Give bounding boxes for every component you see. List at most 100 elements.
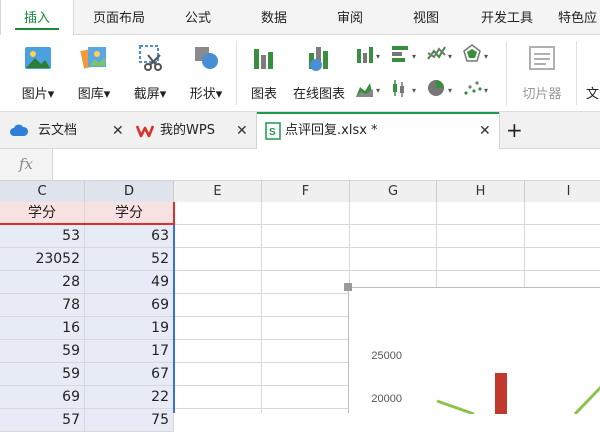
stock-chart-icon[interactable]: ▾ <box>390 77 420 99</box>
tab-special[interactable]: 特色应 <box>558 0 600 34</box>
screenshot-label: 截屏▾ <box>133 87 167 102</box>
cell-d[interactable]: 52 <box>85 248 174 271</box>
column-chart-icon[interactable]: ▾ <box>354 43 384 65</box>
online-chart-button[interactable]: 在线图表 <box>288 41 350 103</box>
cloud-icon <box>10 124 28 136</box>
column-header-c[interactable]: C <box>0 181 85 202</box>
cell-c[interactable]: 59 <box>0 340 85 363</box>
cell-d[interactable]: 69 <box>85 294 174 317</box>
document-tab-bar: 云文档 ✕ 我的WPS ✕ S 点评回复.xlsx * ✕ + <box>0 112 600 149</box>
svg-text:▾: ▾ <box>448 52 452 61</box>
selection-top-border <box>0 223 174 225</box>
formula-bar: fx <box>0 149 600 181</box>
doc-tab-file-label: 点评回复.xlsx * <box>285 123 378 138</box>
cell-c[interactable]: 23052 <box>0 248 85 271</box>
function-icon[interactable]: fx <box>0 149 53 180</box>
close-icon[interactable]: ✕ <box>479 112 491 150</box>
chart-plot: 25000 20000 <box>371 350 600 414</box>
cell-c[interactable]: 57 <box>0 409 85 432</box>
cell-c-header[interactable]: 学分 <box>0 202 85 225</box>
bar-chart-icon <box>254 49 273 69</box>
cell-d[interactable]: 17 <box>85 340 174 363</box>
shapes-label: 形状▾ <box>189 87 223 102</box>
cell-d[interactable]: 75 <box>85 409 174 432</box>
tab-data[interactable]: 数据 <box>244 0 304 34</box>
svg-text:▾: ▾ <box>412 52 416 61</box>
tab-formulas[interactable]: 公式 <box>168 0 228 34</box>
gallery-button[interactable]: 图库▾ <box>66 41 122 103</box>
wps-logo-icon <box>136 125 154 138</box>
tab-developer[interactable]: 开发工具 <box>470 0 544 34</box>
slicer-label: 切片器 <box>522 87 562 102</box>
selection-right-border <box>173 225 175 413</box>
formula-input[interactable] <box>53 149 600 180</box>
gallery-label: 图库▾ <box>77 87 111 102</box>
new-tab-plus-icon[interactable]: + <box>506 112 526 148</box>
cell-d[interactable]: 19 <box>85 317 174 340</box>
y-tick-label: 25000 <box>371 350 402 362</box>
column-header-g[interactable]: G <box>350 181 437 202</box>
doc-tab-file[interactable]: S 点评回复.xlsx * ✕ <box>256 112 500 149</box>
chart-bar <box>495 373 507 414</box>
tab-page-layout[interactable]: 页面布局 <box>76 0 162 34</box>
cell-d-header[interactable]: 学分 <box>85 202 174 225</box>
svg-text:▾: ▾ <box>376 86 380 95</box>
slicer-button[interactable]: 切片器 <box>512 41 572 103</box>
cell-d[interactable]: 22 <box>85 386 174 409</box>
column-header-h[interactable]: H <box>437 181 525 202</box>
close-icon[interactable]: ✕ <box>236 112 248 150</box>
close-icon[interactable]: ✕ <box>112 112 124 150</box>
area-chart-icon[interactable]: ▾ <box>354 77 384 99</box>
svg-text:S: S <box>269 127 276 138</box>
tab-view[interactable]: 视图 <box>396 0 456 34</box>
text-label: 文 <box>586 87 600 102</box>
line-chart-icon[interactable]: ▾ <box>426 43 456 65</box>
doc-tab-wps-label: 我的WPS <box>160 123 215 138</box>
svg-text:▾: ▾ <box>448 86 452 95</box>
chart-label: 图表 <box>250 87 277 102</box>
svg-text:▾: ▾ <box>376 52 380 61</box>
cell-c[interactable]: 28 <box>0 271 85 294</box>
column-header-i[interactable]: I <box>525 181 600 202</box>
tab-review[interactable]: 审阅 <box>320 0 380 34</box>
column-header-f[interactable]: F <box>262 181 350 202</box>
cell-c[interactable]: 78 <box>0 294 85 317</box>
shapes-button[interactable]: 形状▾ <box>178 41 234 103</box>
radar-chart-icon[interactable]: ▾ <box>462 43 492 65</box>
chart-series-line <box>573 385 600 414</box>
column-header-d[interactable]: D <box>85 181 174 202</box>
online-chart-icon <box>309 47 328 71</box>
y-tick-label: 20000 <box>371 393 402 405</box>
cell-c[interactable]: 16 <box>0 317 85 340</box>
selection-right-border-header <box>173 202 175 225</box>
column-header-e[interactable]: E <box>174 181 262 202</box>
spreadsheet-file-icon: S <box>265 122 281 140</box>
pie-chart-icon[interactable]: ▾ <box>426 77 456 99</box>
chart-object[interactable]: 25000 20000 <box>344 283 600 414</box>
column-header-row: C D E F G H I <box>0 181 600 203</box>
chart-button[interactable]: 图表 <box>236 41 292 103</box>
ribbon-separator <box>506 41 507 105</box>
doc-tab-cloud[interactable]: 云文档 ✕ <box>10 112 128 148</box>
cell-d[interactable]: 49 <box>85 271 174 294</box>
slicer-icon <box>529 46 555 70</box>
gallery-icon <box>80 47 106 69</box>
doc-tab-cloud-label: 云文档 <box>38 123 78 138</box>
cell-d[interactable]: 67 <box>85 363 174 386</box>
ribbon-panel: 图片▾ 图库▾ 截屏▾ 形状▾ 图表 在线图表 ▾ ▾ ▾ ▾ ▾ ▾ ▾ ▾ … <box>0 35 600 112</box>
text-button[interactable]: 文 <box>580 41 600 103</box>
online-chart-label: 在线图表 <box>292 87 345 102</box>
cell-c[interactable]: 69 <box>0 386 85 409</box>
ribbon-separator <box>576 41 577 105</box>
screenshot-button[interactable]: 截屏▾ <box>122 41 178 103</box>
cell-d[interactable]: 63 <box>85 225 174 248</box>
picture-button[interactable]: 图片▾ <box>10 41 66 103</box>
picture-icon <box>25 47 51 69</box>
tab-insert[interactable]: 插入 <box>0 0 74 35</box>
scatter-chart-icon[interactable]: ▾ <box>462 77 492 99</box>
shapes-icon <box>195 47 218 69</box>
cell-c[interactable]: 59 <box>0 363 85 386</box>
doc-tab-wps[interactable]: 我的WPS ✕ <box>136 112 254 148</box>
cell-c[interactable]: 53 <box>0 225 85 248</box>
bar-chart-horizontal-icon[interactable]: ▾ <box>390 43 420 65</box>
